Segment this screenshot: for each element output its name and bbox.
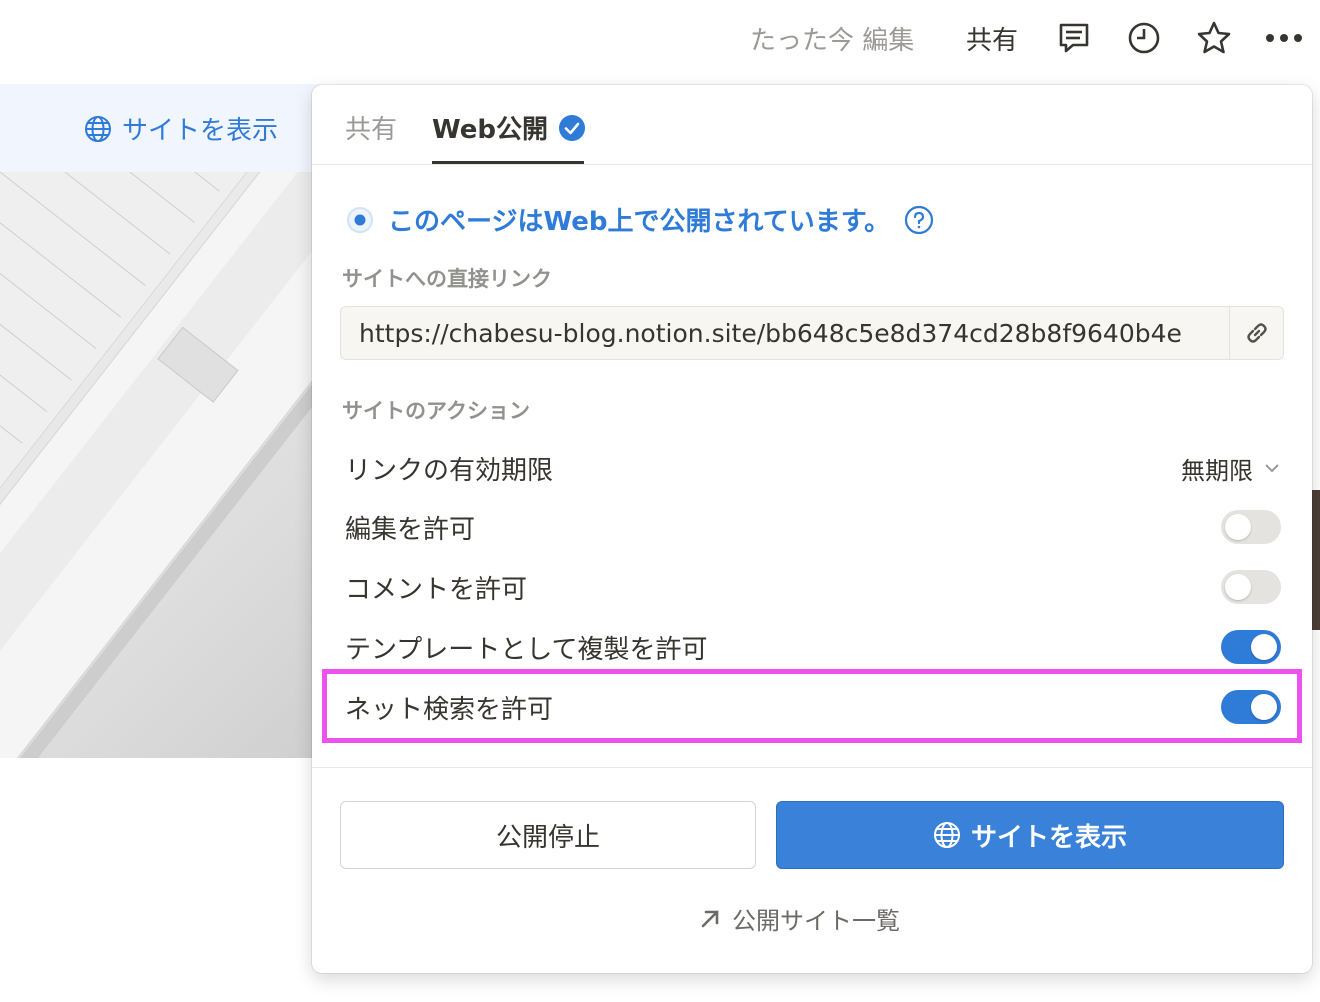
allow-comment-label: コメントを許可	[345, 574, 528, 605]
link-expiry-dropdown[interactable]: 無期限	[1181, 451, 1281, 486]
link-expiry-row: リンクの有効期限 無期限	[345, 444, 1281, 492]
allow-duplicate-label: テンプレートとして複製を許可	[345, 634, 708, 665]
copy-link-button[interactable]	[1229, 307, 1283, 359]
tab-share[interactable]: 共有	[345, 109, 397, 146]
divider	[312, 767, 1312, 768]
status-dot-icon	[347, 206, 373, 233]
published-sites-link[interactable]: 公開サイト一覧	[698, 901, 900, 936]
link-expiry-label: リンクの有効期限	[345, 455, 554, 486]
view-site-link-label: サイトを表示	[122, 116, 279, 146]
active-tab-indicator	[432, 161, 584, 164]
publish-popup: 共有 Web公開 このページはWeb上で公開されています。 サイトへの直接リンク…	[312, 85, 1312, 973]
allow-comment-toggle[interactable]	[1221, 570, 1281, 604]
link-icon	[1246, 323, 1267, 343]
arrow-up-right-icon	[701, 910, 719, 927]
allow-duplicate-row: テンプレートとして複製を許可	[345, 623, 1281, 671]
tab-web-publish-label: Web公開	[432, 115, 548, 145]
top-bar: たった今 編集 共有	[0, 0, 1320, 80]
link-expiry-value: 無期限	[1181, 456, 1253, 485]
star-icon[interactable]	[1194, 18, 1234, 58]
popup-tabs: 共有 Web公開	[312, 85, 1312, 165]
chevron-down-icon	[1265, 464, 1279, 473]
unpublish-button[interactable]: 公開停止	[340, 801, 756, 869]
published-message: このページはWeb上で公開されています。	[388, 207, 891, 237]
globe-icon	[85, 115, 111, 142]
published-status: このページはWeb上で公開されています。	[346, 201, 934, 238]
allow-comment-row: コメントを許可	[345, 563, 1281, 611]
toggle-knob	[1251, 634, 1277, 660]
allow-duplicate-toggle[interactable]	[1221, 630, 1281, 664]
tab-web-publish[interactable]: Web公開	[432, 109, 586, 146]
check-badge-icon	[559, 114, 585, 141]
share-button[interactable]: 共有	[966, 20, 1018, 57]
cover-image	[0, 172, 320, 758]
toggle-knob	[1225, 574, 1251, 600]
view-site-button-label: サイトを表示	[970, 822, 1127, 853]
allow-search-toggle[interactable]	[1221, 690, 1281, 724]
page-edge	[1312, 490, 1320, 630]
more-icon[interactable]	[1264, 18, 1304, 58]
allow-edit-toggle[interactable]	[1221, 510, 1281, 544]
clock-icon[interactable]	[1124, 18, 1164, 58]
published-sites-label: 公開サイト一覧	[732, 907, 900, 935]
help-icon[interactable]	[904, 205, 934, 235]
site-url-field[interactable]: https://chabesu-blog.notion.site/bb648c5…	[340, 306, 1284, 360]
toggle-knob	[1225, 514, 1251, 540]
direct-link-label: サイトへの直接リンク	[342, 267, 552, 291]
allow-search-label: ネット検索を許可	[345, 694, 554, 725]
last-edited-text: たった今 編集	[750, 26, 915, 56]
globe-icon	[933, 822, 960, 848]
site-url-text: https://chabesu-blog.notion.site/bb648c5…	[359, 319, 1182, 348]
view-site-button[interactable]: サイトを表示	[776, 801, 1284, 869]
allow-edit-row: 編集を許可	[345, 503, 1281, 551]
allow-edit-label: 編集を許可	[345, 514, 476, 545]
unpublish-button-label: 公開停止	[495, 822, 600, 853]
comment-icon[interactable]	[1054, 18, 1094, 58]
toggle-knob	[1251, 694, 1277, 720]
site-actions-label: サイトのアクション	[342, 399, 530, 423]
view-site-link[interactable]: サイトを表示	[84, 110, 278, 147]
allow-search-row: ネット検索を許可	[345, 683, 1281, 731]
